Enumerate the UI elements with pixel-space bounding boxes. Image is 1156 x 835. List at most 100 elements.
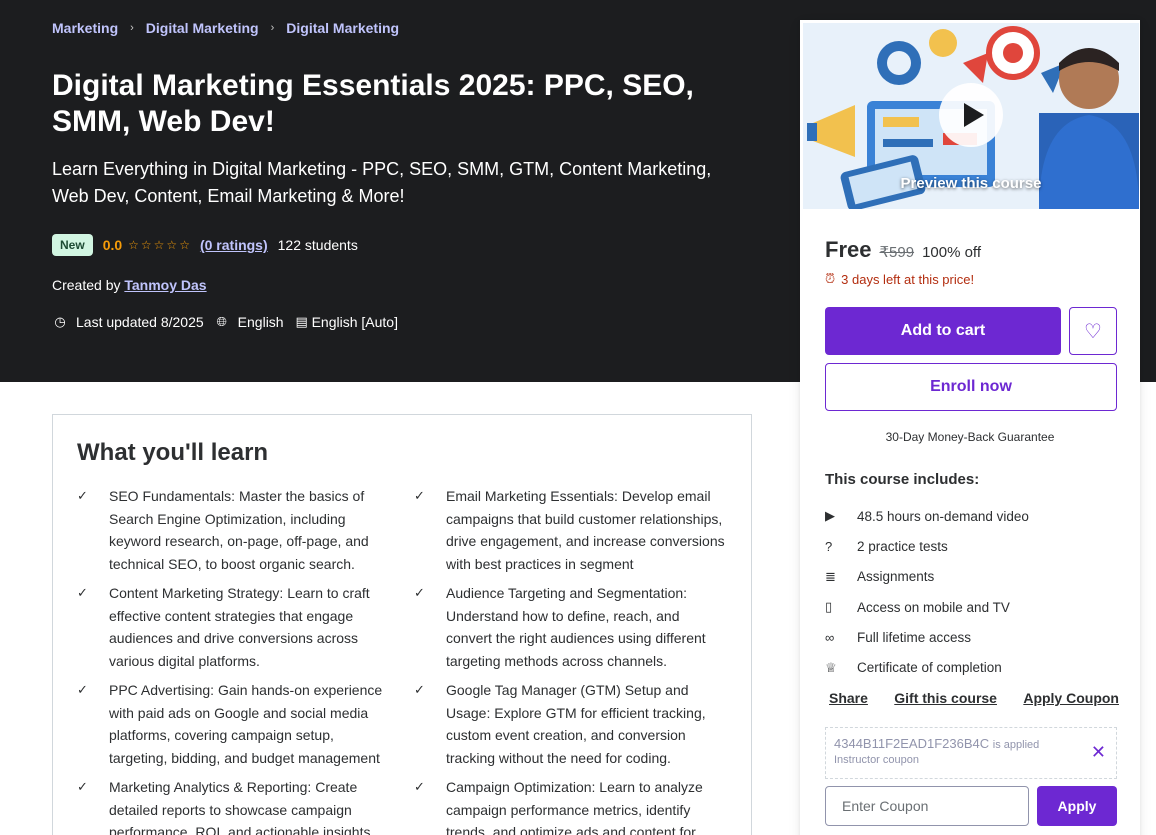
learn-item-text: Audience Targeting and Segmentation: Und… [446,585,706,669]
learn-item: ✓ Google Tag Manager (GTM) Setup and Usag… [414,679,727,769]
breadcrumb-link-digital-marketing[interactable]: Digital Marketing [146,20,259,36]
course-subtitle: Learn Everything in Digital Marketing - … [52,159,712,206]
coupon-code-line: 4344B11F2EAD1F236B4C is applied [834,736,1108,751]
include-item: ♕ Certificate of completion [825,652,1029,682]
preview-label: Preview this course [900,175,1042,192]
wishlist-button[interactable]: ♡ [1069,307,1117,355]
purchase-sidebar: Preview this course Free ₹599 100% off ⏰… [800,20,1140,835]
students-count: 122 students [277,237,358,253]
original-price: ₹599 [879,244,915,261]
check-icon: ✓ [77,779,88,794]
star-rating-icon: ☆☆☆☆☆ [128,238,192,252]
play-icon [964,103,984,127]
course-title: Digital Marketing Essentials 2025: PPC, … [52,69,694,138]
language-text: English [237,314,284,330]
include-text: 2 practice tests [857,538,948,554]
include-text: Access on mobile and TV [857,599,1010,615]
discount-percent: 100% off [922,244,982,261]
learn-item: ✓ PPC Advertising: Gain hands-on experien… [77,679,390,769]
globe-icon: 🌐︎ [216,314,227,329]
include-item: ∞ Full lifetime access [825,622,1029,652]
price-countdown: ⏰︎ 3 days left at this price! [825,271,974,287]
check-icon: ✓ [414,585,425,600]
learn-item: ✓ Marketing Analytics & Reporting: Create… [77,776,390,835]
section-title: What you'll learn [77,439,269,466]
breadcrumb: Marketing › Digital Marketing › Digital … [52,20,399,36]
breadcrumb-link-marketing[interactable]: Marketing [52,20,118,36]
what-you-learn-section: What you'll learn ✓ SEO Fundamentals: Mas… [52,414,752,835]
rating-value: 0.0 [102,237,123,253]
money-back-guarantee: 30-Day Money-Back Guarantee [885,430,1055,444]
course-meta: ◷ Last updated 8/2025 🌐︎ English ▤ Engli… [52,314,408,330]
check-icon: ✓ [77,488,88,503]
trophy-icon: ♕ [825,659,837,675]
captions-icon: ▤ [295,314,308,329]
learn-item-text: Google Tag Manager (GTM) Setup and Usage… [446,682,706,766]
ratings-count-link[interactable]: (0 ratings) [200,237,268,253]
captions-text: English [Auto] [311,314,398,330]
check-icon: ✓ [414,488,425,503]
include-text: Certificate of completion [857,660,1002,676]
coupon-code: 4344B11F2EAD1F236B4C [834,736,990,751]
include-item: ▶ 48.5 hours on-demand video [825,501,1029,531]
breadcrumb-link-digital-marketing-topic[interactable]: Digital Marketing [286,20,399,36]
created-by-label: Created by [52,277,121,293]
coupon-status: is applied [992,739,1040,751]
question-icon: ? [825,538,833,554]
check-icon: ✓ [77,585,88,600]
check-icon: ✓ [414,682,425,697]
video-icon: ▶ [825,508,835,524]
last-updated: ◷ Last updated 8/2025 [52,314,204,330]
include-item: ? 2 practice tests [825,531,1029,561]
created-by: Created by Tanmoy Das [52,277,207,293]
includes-list: ▶ 48.5 hours on-demand video ? 2 practice … [825,501,1029,683]
applied-coupon: 4344B11F2EAD1F236B4C is applied Instruct… [825,727,1117,779]
learn-item: ✓ Content Marketing Strategy: Learn to cr… [77,582,390,672]
countdown-text: 3 days left at this price! [841,271,975,287]
apply-coupon-link[interactable]: Apply Coupon [1023,690,1119,706]
add-to-cart-button[interactable]: Add to cart [825,307,1061,355]
learn-item: ✓ Campaign Optimization: Learn to analyze… [414,776,727,835]
learn-item: ✓ Email Marketing Essentials: Develop ema… [414,485,727,575]
language: 🌐︎ English [214,314,284,330]
include-item: ≣ Assignments [825,562,1029,592]
learn-item: ✓ SEO Fundamentals: Master the basics of … [77,485,390,575]
captions: ▤ English [Auto] [294,314,398,330]
alarm-clock-icon: ⏰︎ [825,271,836,286]
include-text: Assignments [857,569,935,585]
learn-item-text: Content Marketing Strategy: Learn to cra… [109,585,370,669]
play-button[interactable] [939,83,1003,147]
infinity-icon: ∞ [825,629,835,645]
coupon-input[interactable] [825,786,1029,826]
last-updated-text: Last updated 8/2025 [76,314,204,330]
gift-course-link[interactable]: Gift this course [894,690,997,706]
price-row: Free ₹599 100% off [825,237,981,263]
includes-title: This course includes: [825,471,980,488]
heart-icon: ♡ [1084,320,1102,343]
apply-coupon-button[interactable]: Apply [1037,786,1117,826]
new-badge: New [52,234,93,256]
learn-grid: ✓ SEO Fundamentals: Master the basics of … [77,485,727,835]
mobile-icon: ▯ [825,599,833,615]
check-icon: ✓ [77,682,88,697]
sidebar-links: Share Gift this course Apply Coupon [829,690,1119,706]
course-preview[interactable]: Preview this course [803,23,1139,209]
coupon-type: Instructor coupon [834,754,919,766]
rating-row: New 0.0 ☆☆☆☆☆ (0 ratings) 122 students [52,234,358,256]
share-link[interactable]: Share [829,690,868,706]
learn-item-text: Email Marketing Essentials: Develop emai… [446,488,725,572]
learn-item-text: SEO Fundamentals: Master the basics of S… [109,488,369,572]
clipboard-icon: ≣ [825,568,836,584]
learn-item-text: PPC Advertising: Gain hands-on experienc… [109,682,383,766]
current-price: Free [825,237,872,262]
include-item: ▯ Access on mobile and TV [825,592,1029,622]
enroll-now-button[interactable]: Enroll now [825,363,1117,411]
remove-coupon-icon[interactable]: ✕ [1091,742,1106,763]
chevron-right-icon: › [270,22,275,34]
instructor-link[interactable]: Tanmoy Das [124,277,206,293]
learn-item-text: Campaign Optimization: Learn to analyze … [446,779,703,835]
include-text: 48.5 hours on-demand video [857,508,1029,524]
learn-item-text: Marketing Analytics & Reporting: Create … [109,779,371,835]
clock-icon: ◷ [54,314,66,329]
include-text: Full lifetime access [857,629,972,645]
